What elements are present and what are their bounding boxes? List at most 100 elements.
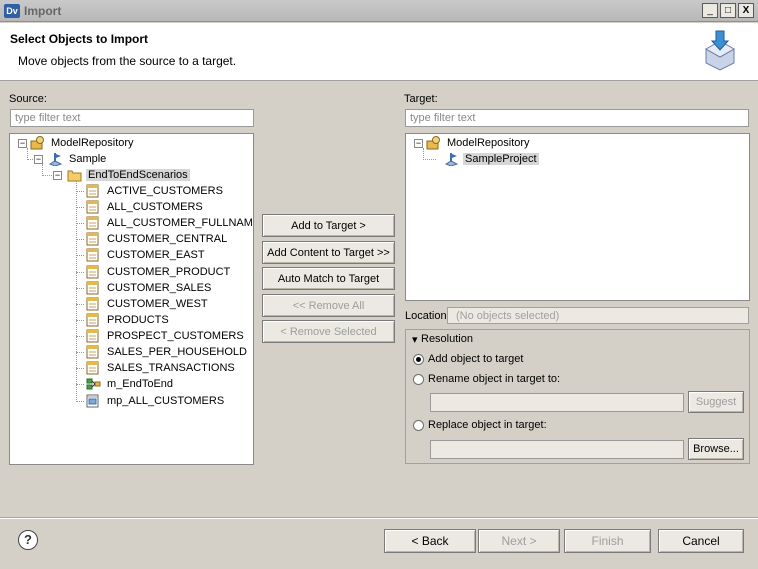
data-object-icon — [86, 297, 99, 311]
maximize-button[interactable]: □ — [720, 3, 736, 18]
data-object-icon — [86, 329, 99, 343]
tree-item-model-repository[interactable]: ModelRepository — [30, 135, 136, 151]
folder-icon — [67, 170, 82, 182]
tree-item-label: ACTIVE_CUSTOMERS — [107, 185, 223, 198]
import-banner-icon — [704, 30, 736, 71]
page-title: Select Objects to Import — [10, 32, 149, 46]
tree-item[interactable]: CUSTOMER_SALES — [86, 280, 213, 296]
project-icon — [48, 153, 63, 167]
data-object-icon — [86, 361, 99, 375]
source-filter-input[interactable] — [10, 109, 254, 127]
rename-object-label: Rename object in target to: — [428, 373, 561, 385]
tree-item[interactable]: CUSTOMER_PRODUCT — [86, 264, 232, 280]
replace-field[interactable] — [430, 440, 684, 459]
rename-object-radio[interactable] — [413, 374, 424, 385]
location-label: Location: — [405, 310, 450, 322]
rename-field[interactable] — [430, 393, 684, 412]
window-title: Import — [24, 4, 62, 18]
footer-separator — [0, 517, 758, 519]
browse-button[interactable]: Browse... — [688, 438, 744, 460]
tree-item-label: CUSTOMER_CENTRAL — [107, 233, 228, 246]
auto-match-button[interactable]: Auto Match to Target — [262, 267, 395, 290]
source-label: Source: — [9, 93, 47, 105]
project-icon — [444, 153, 459, 167]
mapplet-icon — [86, 394, 99, 408]
tree-item[interactable]: ACTIVE_CUSTOMERS — [86, 183, 225, 199]
help-icon[interactable]: ? — [18, 530, 38, 550]
close-button[interactable]: X — [738, 3, 754, 18]
data-object-icon — [86, 281, 99, 295]
remove-selected-button[interactable]: < Remove Selected — [262, 320, 395, 343]
tree-item[interactable]: PROSPECT_CUSTOMERS — [86, 328, 246, 344]
tree-item[interactable]: CUSTOMER_CENTRAL — [86, 231, 229, 247]
tree-item-model-repository[interactable]: ModelRepository — [426, 135, 532, 151]
tree-item-folder[interactable]: EndToEndScenarios — [67, 167, 190, 183]
data-object-icon — [86, 345, 99, 359]
resolution-section: ▾ Resolution Add object to target Rename… — [405, 329, 750, 464]
tree-item[interactable]: CUSTOMER_WEST — [86, 296, 210, 312]
repository-icon — [426, 136, 440, 150]
tree-item[interactable]: m_EndToEnd — [86, 376, 175, 392]
title-bar: Dv Import _ □ X — [0, 0, 758, 22]
tree-item-label: CUSTOMER_PRODUCT — [107, 266, 231, 279]
minimize-button[interactable]: _ — [702, 3, 718, 18]
collapse-icon[interactable]: − — [34, 155, 43, 164]
tree-item[interactable]: ALL_CUSTOMER_FULLNAME — [86, 215, 254, 231]
target-filter-input[interactable] — [405, 109, 749, 127]
tree-item-label: ModelRepository — [51, 137, 134, 150]
replace-object-label: Replace object in target: — [428, 419, 547, 431]
tree-item[interactable]: CUSTOMER_EAST — [86, 247, 207, 263]
resolution-title: Resolution — [421, 333, 473, 345]
next-button[interactable]: Next > — [478, 529, 560, 553]
data-object-icon — [86, 184, 99, 198]
cancel-button[interactable]: Cancel — [658, 529, 744, 553]
target-tree[interactable]: − ModelRepository SampleProject — [405, 133, 750, 301]
repository-icon — [30, 136, 44, 150]
add-to-target-button[interactable]: Add to Target > — [262, 214, 395, 237]
data-object-icon — [86, 216, 99, 230]
wizard-header: Select Objects to Import Move objects fr… — [0, 23, 758, 81]
tree-item-project[interactable]: Sample — [48, 151, 108, 167]
data-object-icon — [86, 265, 99, 279]
tree-item-label: ALL_CUSTOMERS — [107, 201, 203, 214]
tree-item[interactable]: PRODUCTS — [86, 312, 171, 328]
tree-item[interactable]: mp_ALL_CUSTOMERS — [86, 393, 226, 409]
collapse-icon[interactable]: − — [18, 139, 27, 148]
tree-item-project[interactable]: SampleProject — [444, 151, 539, 167]
collapse-icon[interactable]: − — [414, 139, 423, 148]
tree-item[interactable]: SALES_PER_HOUSEHOLD — [86, 344, 249, 360]
tree-item-label: PROSPECT_CUSTOMERS — [107, 330, 244, 343]
add-object-label: Add object to target — [428, 353, 524, 365]
source-tree[interactable]: − − − ModelRepository Sample EndToEndSce… — [9, 133, 254, 465]
tree-item-label: SALES_PER_HOUSEHOLD — [107, 346, 247, 359]
tree-item-label: SALES_TRANSACTIONS — [107, 362, 235, 375]
tree-item-label: CUSTOMER_WEST — [107, 298, 208, 311]
remove-all-button[interactable]: << Remove All — [262, 294, 395, 317]
tree-item[interactable]: ALL_CUSTOMERS — [86, 199, 205, 215]
data-object-icon — [86, 232, 99, 246]
tree-item[interactable]: SALES_TRANSACTIONS — [86, 360, 237, 376]
collapse-icon[interactable]: − — [53, 171, 62, 180]
tree-item-label: Sample — [69, 153, 107, 166]
tree-item-label: PRODUCTS — [107, 314, 169, 327]
tree-item-label: ALL_CUSTOMER_FULLNAME — [107, 217, 254, 230]
suggest-button[interactable]: Suggest — [688, 391, 744, 413]
tree-item-label: EndToEndScenarios — [86, 169, 190, 182]
target-label: Target: — [404, 93, 438, 105]
replace-object-radio[interactable] — [413, 420, 424, 431]
tree-item-label: SampleProject — [463, 153, 539, 166]
data-object-icon — [86, 248, 99, 262]
add-object-radio[interactable] — [413, 354, 424, 365]
data-object-icon — [86, 200, 99, 214]
tree-item-label: m_EndToEnd — [107, 378, 174, 391]
location-field: (No objects selected) — [447, 307, 749, 324]
add-content-to-target-button[interactable]: Add Content to Target >> — [262, 241, 395, 264]
page-description: Move objects from the source to a target… — [18, 54, 237, 68]
data-object-icon — [86, 313, 99, 327]
finish-button[interactable]: Finish — [564, 529, 651, 553]
tree-item-label: CUSTOMER_EAST — [107, 249, 205, 262]
tree-item-label: mp_ALL_CUSTOMERS — [107, 395, 225, 408]
back-button[interactable]: < Back — [384, 529, 476, 553]
app-icon: Dv — [4, 4, 20, 18]
resolution-toggle-icon[interactable]: ▾ — [412, 333, 418, 346]
